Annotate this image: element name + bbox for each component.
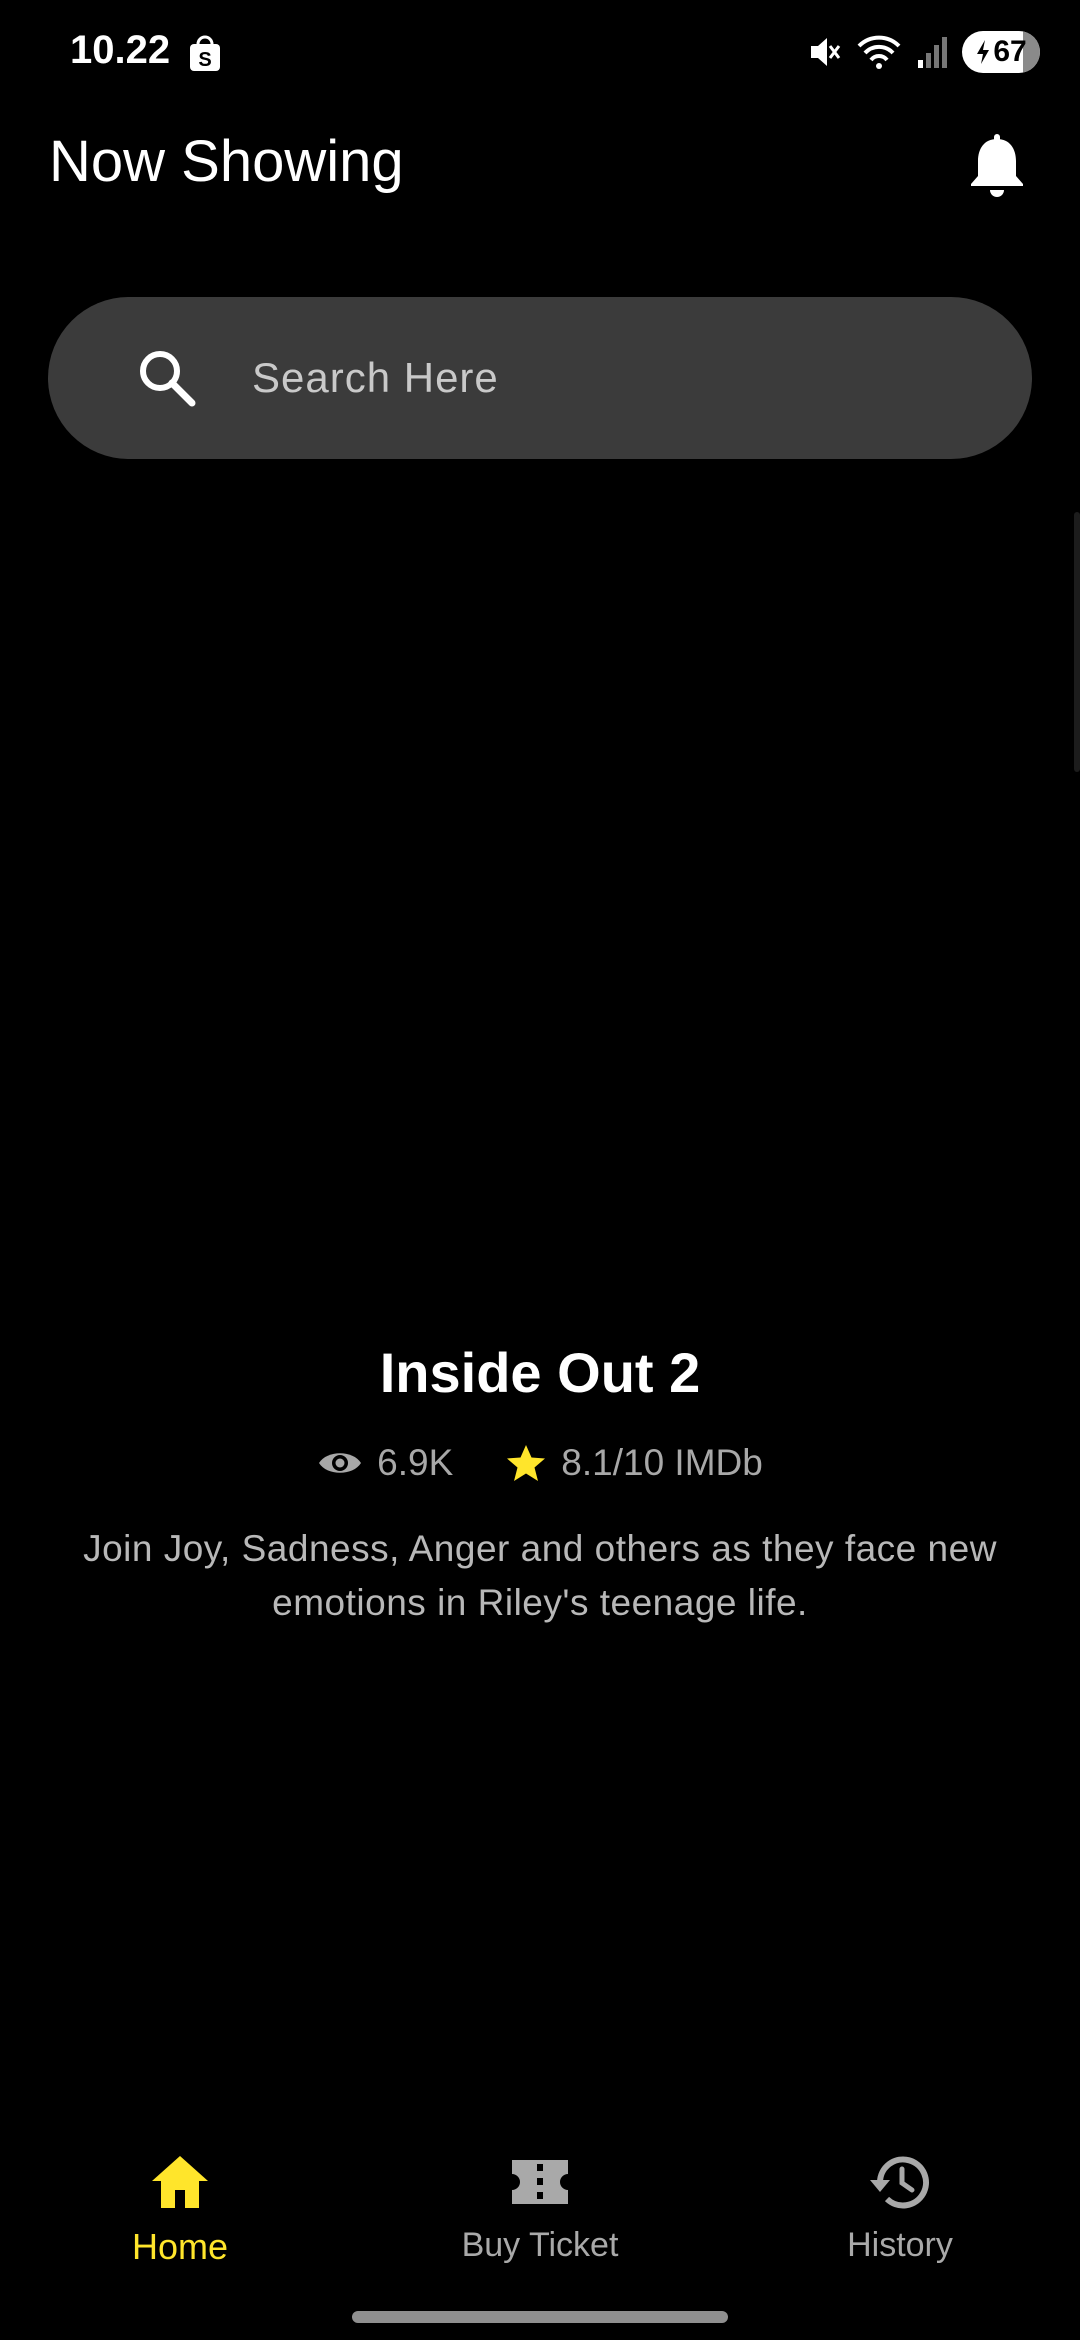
app-screen: 10.22 S 67 Now Showing Search Here Insid… <box>0 0 1080 2340</box>
signal-icon <box>918 37 947 68</box>
page-title: Now Showing <box>49 129 404 194</box>
movie-description: Join Joy, Sadness, Anger and others as t… <box>83 1528 997 1623</box>
history-icon <box>870 2156 929 2209</box>
views-count: 6.9K <box>377 1442 454 1483</box>
search-input[interactable] <box>252 345 992 411</box>
status-icons: 67 <box>808 30 1040 74</box>
views-group: 6.9K <box>317 1442 453 1484</box>
imdb-rating: 8.1/10 IMDb <box>561 1442 763 1483</box>
battery-indicator: 67 <box>962 31 1040 73</box>
bottom-navigation: Home Buy Ticket History <box>0 2140 1080 2290</box>
nav-item-home[interactable]: Home <box>50 2152 310 2282</box>
nav-label-home: Home <box>131 2226 229 2267</box>
nav-label-buy-ticket: Buy Ticket <box>461 2226 619 2264</box>
rating-group: 8.1/10 IMDb <box>505 1442 763 1484</box>
status-time: 10.22 <box>70 28 171 72</box>
shopping-bag-icon: S <box>190 35 220 71</box>
eye-icon <box>319 1453 362 1473</box>
bell-icon[interactable] <box>966 132 1028 198</box>
movie-title[interactable]: Inside Out 2 <box>0 1340 1080 1405</box>
nav-item-history[interactable]: History <box>770 2152 1030 2282</box>
wifi-icon <box>857 35 901 69</box>
status-bar: 10.22 S 67 <box>0 0 1080 100</box>
movie-meta: 6.9K 8.1/10 IMDb <box>0 1442 1080 1484</box>
nav-label-history: History <box>847 2226 953 2264</box>
battery-level: 67 <box>993 35 1027 68</box>
home-icon <box>152 2156 208 2208</box>
ticket-icon <box>512 2160 568 2204</box>
search-bar[interactable] <box>48 297 1032 459</box>
star-icon <box>507 1445 546 1481</box>
battery-charging-icon <box>977 40 990 64</box>
scroll-indicator[interactable] <box>1074 512 1080 772</box>
svg-text:S: S <box>198 49 211 71</box>
search-icon <box>140 351 196 407</box>
home-indicator[interactable] <box>352 2311 728 2323</box>
mute-icon <box>811 38 841 66</box>
nav-item-buy-ticket[interactable]: Buy Ticket <box>410 2152 670 2282</box>
